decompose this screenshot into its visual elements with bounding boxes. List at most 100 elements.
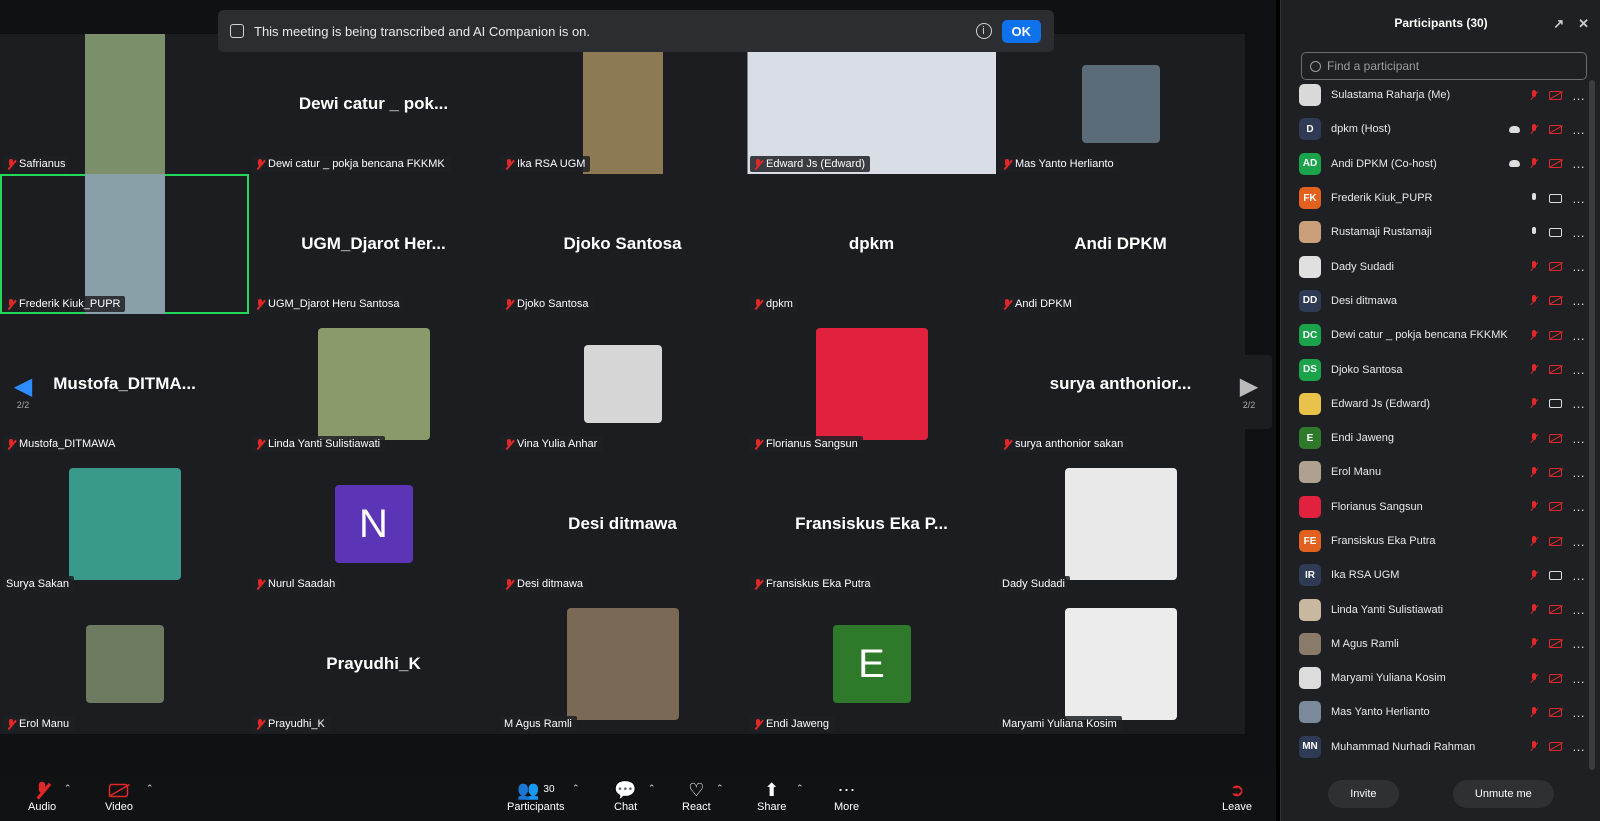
more-options-icon[interactable]: … [1572, 396, 1586, 411]
video-tile[interactable]: Djoko Santosa Djoko Santosa [498, 174, 747, 314]
participant-row[interactable]: IR Ika RSA UGM… [1281, 558, 1586, 592]
participant-row[interactable]: Erol Manu… [1281, 455, 1586, 489]
camera-icon[interactable] [1549, 227, 1562, 237]
more-options-icon[interactable]: … [1572, 499, 1586, 514]
camera-off-icon[interactable] [1549, 90, 1562, 100]
participant-row[interactable]: DS Djoko Santosa… [1281, 352, 1586, 386]
more-options-icon[interactable]: … [1572, 739, 1586, 754]
more-options-icon[interactable]: … [1572, 705, 1586, 720]
mic-off-icon[interactable] [1530, 638, 1539, 649]
share-options-caret[interactable]: ⌃ [796, 783, 804, 794]
mic-off-icon[interactable] [1530, 535, 1539, 547]
chat-button[interactable]: 💬 Chat [614, 779, 637, 813]
popout-icon[interactable]: ↗ [1553, 16, 1564, 32]
mic-off-icon[interactable] [1530, 569, 1539, 581]
video-tile[interactable]: Surya Sakan [0, 454, 249, 594]
camera-off-icon[interactable] [1549, 365, 1562, 375]
video-tile[interactable]: Frederik Kiuk_PUPR [0, 174, 249, 314]
camera-off-icon[interactable] [1549, 124, 1562, 134]
video-tile[interactable]: Florianus Sangsun [747, 314, 996, 454]
more-options-icon[interactable]: … [1572, 225, 1586, 240]
audio-options-caret[interactable]: ⌃ [64, 783, 72, 794]
camera-off-icon[interactable] [1549, 296, 1562, 306]
video-tile[interactable]: Desi ditmawa Desi ditmawa [498, 454, 747, 594]
info-icon[interactable]: i [975, 23, 992, 39]
camera-off-icon[interactable] [1549, 330, 1562, 340]
video-tile[interactable]: Andi DPKM Andi DPKM [996, 174, 1245, 314]
participant-row[interactable]: Florianus Sangsun… [1281, 490, 1586, 524]
participant-row[interactable]: FK Frederik Kiuk_PUPR… [1281, 181, 1586, 215]
camera-icon[interactable] [1549, 193, 1562, 203]
participant-row[interactable]: MN Muhammad Nurhadi Rahman… [1281, 730, 1586, 764]
participant-row[interactable]: E Endi Jaweng… [1281, 421, 1586, 455]
video-tile[interactable]: E Endi Jaweng [747, 594, 996, 734]
close-icon[interactable]: ✕ [1578, 16, 1589, 32]
prev-page-button[interactable]: ◀ 2/2 [0, 355, 46, 429]
participants-button[interactable]: 👥 30 Participants [507, 779, 564, 813]
mic-off-icon[interactable] [1530, 123, 1539, 135]
chat-options-caret[interactable]: ⌃ [648, 783, 656, 794]
mic-off-icon[interactable] [1530, 261, 1539, 272]
participant-row[interactable]: Rustamaji Rustamaji… [1281, 215, 1586, 249]
mic-off-icon[interactable] [1530, 741, 1539, 752]
participant-row[interactable]: Ddpkm (Host)… [1281, 112, 1586, 146]
camera-off-icon[interactable] [1549, 467, 1562, 477]
mic-off-icon[interactable] [1530, 158, 1539, 169]
camera-icon[interactable] [1549, 570, 1562, 580]
mic-off-icon[interactable] [1530, 398, 1539, 409]
more-button[interactable]: ⋯ More [834, 779, 859, 813]
participants-options-caret[interactable]: ⌃ [572, 783, 580, 794]
mic-off-icon[interactable] [1530, 432, 1539, 444]
more-options-icon[interactable]: … [1572, 602, 1586, 617]
invite-button[interactable]: Invite [1328, 780, 1399, 808]
mic-off-icon[interactable] [1530, 501, 1539, 512]
camera-off-icon[interactable] [1549, 707, 1562, 717]
react-options-caret[interactable]: ⌃ [716, 783, 724, 794]
camera-off-icon[interactable] [1549, 502, 1562, 512]
unmute-me-button[interactable]: Unmute me [1452, 780, 1554, 808]
more-options-icon[interactable]: … [1572, 465, 1586, 480]
mic-off-icon[interactable] [1530, 89, 1539, 101]
video-tile[interactable]: dpkm dpkm [747, 174, 996, 314]
participant-row[interactable]: DD Desi ditmawa… [1281, 284, 1586, 318]
video-tile[interactable]: Vina Yulia Anhar [498, 314, 747, 454]
banner-ok-button[interactable]: OK [1001, 19, 1041, 43]
more-options-icon[interactable]: … [1572, 191, 1586, 206]
mic-off-icon[interactable] [1530, 672, 1539, 684]
camera-off-icon[interactable] [1549, 159, 1562, 169]
participant-search-input[interactable]: Find a participant [1301, 52, 1587, 80]
more-options-icon[interactable]: … [1572, 671, 1586, 686]
mic-off-icon[interactable] [1530, 466, 1539, 478]
camera-off-icon[interactable] [1549, 673, 1562, 683]
camera-icon[interactable] [1549, 399, 1562, 409]
mic-off-icon[interactable] [1530, 329, 1539, 341]
participant-row[interactable]: DC Dewi catur _ pokja bencana FKKMK… [1281, 318, 1586, 352]
video-tile[interactable]: Maryami Yuliana Kosim [996, 594, 1245, 734]
participant-row[interactable]: Linda Yanti Sulistiawati… [1281, 592, 1586, 626]
more-options-icon[interactable]: … [1572, 122, 1586, 137]
mic-off-icon[interactable] [1530, 604, 1539, 615]
video-tile[interactable]: Fransiskus Eka P... Fransiskus Eka Putra [747, 454, 996, 594]
video-tile[interactable]: surya anthonior... surya anthonior sakan [996, 314, 1245, 454]
mic-off-icon[interactable] [1530, 364, 1539, 375]
video-tile[interactable]: Ika RSA UGM [498, 34, 747, 174]
camera-off-icon[interactable] [1549, 536, 1562, 546]
participant-row[interactable]: Sulastama Raharja (Me)… [1281, 78, 1586, 112]
more-options-icon[interactable]: … [1572, 362, 1586, 377]
leave-button[interactable]: ➲ Leave [1222, 779, 1252, 813]
video-tile[interactable]: Safrianus [0, 34, 249, 174]
more-options-icon[interactable]: … [1572, 259, 1586, 274]
next-page-button[interactable]: ▶ 2/2 [1226, 355, 1272, 429]
mic-off-icon[interactable] [1530, 706, 1539, 718]
video-options-caret[interactable]: ⌃ [146, 783, 154, 794]
camera-off-icon[interactable] [1549, 433, 1562, 443]
more-options-icon[interactable]: … [1572, 568, 1586, 583]
participant-row[interactable]: AD Andi DPKM (Co-host)… [1281, 147, 1586, 181]
more-options-icon[interactable]: … [1572, 431, 1586, 446]
more-options-icon[interactable]: … [1572, 534, 1586, 549]
participant-row[interactable]: Dady Sudadi… [1281, 249, 1586, 283]
participant-row[interactable]: Edward Js (Edward)… [1281, 387, 1586, 421]
more-options-icon[interactable]: … [1572, 636, 1586, 651]
audio-button[interactable]: Audio [28, 779, 56, 813]
video-tile[interactable]: UGM_Djarot Her... UGM_Djarot Heru Santosa [249, 174, 498, 314]
